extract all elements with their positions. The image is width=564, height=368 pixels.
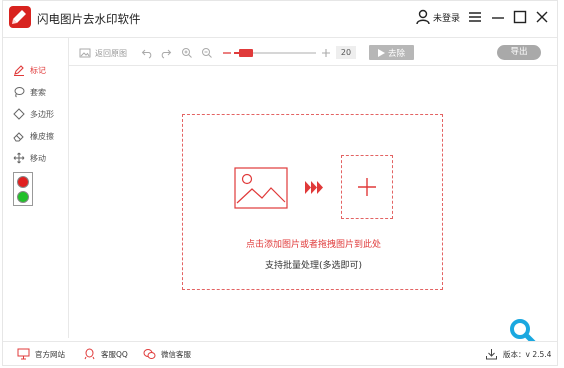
zoom-out-icon [202,48,212,58]
zoom-out-button[interactable] [201,43,213,63]
tool-move[interactable]: 移动 [13,151,46,165]
qq-icon [84,348,95,360]
tool-eraser[interactable]: 橡皮擦 [13,129,54,143]
batch-hint-text: 支持批量处理(多选即可) [264,261,363,271]
wechat-support-link[interactable]: 微信客服 [143,347,191,361]
tool-polygon-label: 多边形 [30,109,54,119]
zoom-in-icon [182,48,192,58]
zoom-in-button[interactable] [181,43,193,63]
lasso-icon [14,87,25,98]
brush-size-value[interactable]: 20 [336,46,356,59]
color-picker [13,172,33,206]
export-button[interactable]: 导出 [497,45,541,60]
title-divider [3,37,557,38]
wechat-label: 微信客服 [161,349,191,359]
version-info[interactable]: 版本：v 2.5.4 [485,347,551,361]
image-icon [79,48,91,58]
panel-divider [68,38,69,338]
plus-icon [322,49,330,57]
undo-icon [141,49,152,59]
close-icon[interactable] [534,9,550,25]
tool-mark[interactable]: 标记 [13,63,46,77]
polygon-icon [13,108,25,120]
app-logo-icon [9,6,31,28]
redo-button[interactable] [160,43,172,63]
back-to-original-label: 返回原图 [95,48,127,58]
tool-move-label: 移动 [30,153,46,163]
maximize-icon[interactable] [512,9,528,25]
toolbar: 返回原图 20 去除 导出 [69,43,557,63]
user-icon [416,9,430,25]
tool-eraser-label: 橡皮擦 [30,131,54,141]
wechat-icon [143,349,156,359]
remove-button[interactable]: 去除 [369,45,414,60]
redo-icon [161,49,172,59]
eraser-icon [13,132,24,142]
back-to-original-button[interactable]: 返回原图 [79,43,127,63]
pen-icon [14,65,24,76]
image-placeholder-icon [234,167,288,209]
title-bar: 闪电图片去水印软件 未登录 [3,1,557,37]
play-icon [377,48,385,57]
remove-label: 去除 [387,48,405,59]
move-icon [13,152,25,164]
monitor-icon [17,348,30,360]
website-label: 官方网站 [35,349,65,359]
swatch-green[interactable] [17,191,29,203]
brush-size-slider[interactable] [234,49,316,57]
plus-icon [358,178,376,196]
menu-icon[interactable] [467,9,483,25]
login-status: 未登录 [433,13,461,24]
minus-icon [223,52,231,54]
toolbar-divider [69,65,557,66]
version-label: 版本：v 2.5.4 [503,349,552,359]
arrows-icon [305,181,323,194]
swatch-red[interactable] [17,176,29,188]
app-title: 闪电图片去水印软件 [37,12,141,26]
brush-size-increase[interactable] [320,43,332,63]
image-drop-zone[interactable]: 点击添加图片或者拖拽图片到此处 支持批量处理(多选即可) [182,114,443,290]
footer: 官方网站 客服QQ 微信客服 版本：v 2.5.4 [3,341,557,365]
tool-lasso[interactable]: 套索 [13,85,46,99]
brush-size-decrease[interactable] [221,43,233,63]
download-icon [486,349,497,360]
login-button[interactable]: 未登录 [416,9,460,25]
qq-label: 客服QQ [101,349,128,359]
tool-polygon[interactable]: 多边形 [13,107,54,121]
tool-lasso-label: 套索 [30,87,46,97]
drop-hint-text: 点击添加图片或者拖拽图片到此处 [245,240,381,250]
minimize-icon[interactable] [490,9,506,25]
website-link[interactable]: 官方网站 [17,347,65,361]
add-image-button[interactable] [341,155,393,219]
slider-thumb[interactable] [239,49,254,57]
tool-mark-label: 标记 [30,65,46,75]
undo-button[interactable] [141,43,153,63]
qq-support-link[interactable]: 客服QQ [83,347,128,361]
app-window: 闪电图片去水印软件 未登录 返回原图 20 去除 导出 标记 套索 多边形 橡皮… [2,0,558,366]
